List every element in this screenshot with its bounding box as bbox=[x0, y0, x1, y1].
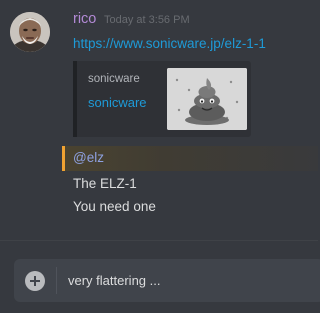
message-text-line: You need one bbox=[73, 199, 156, 214]
avatar-image bbox=[10, 12, 50, 52]
message-timestamp: Today at 3:56 PM bbox=[104, 14, 190, 26]
link-embed: sonicware sonicware bbox=[73, 61, 251, 137]
attach-button[interactable] bbox=[25, 271, 45, 291]
embed-title-link[interactable]: sonicware bbox=[88, 95, 147, 110]
chat-divider bbox=[0, 240, 318, 241]
message-link[interactable]: https://www.sonicware.jp/elz-1-1 bbox=[73, 36, 266, 51]
message-text-line: The ELZ-1 bbox=[73, 176, 137, 191]
message-group: rico Today at 3:56 PM https://www.sonicw… bbox=[0, 0, 318, 140]
username[interactable]: rico bbox=[73, 11, 96, 27]
user-mention[interactable]: @elz bbox=[73, 150, 104, 165]
user-avatar[interactable] bbox=[10, 12, 50, 52]
message-input[interactable] bbox=[68, 267, 318, 294]
mention-message: @elz The ELZ-1 You need one bbox=[62, 144, 318, 222]
plus-icon bbox=[30, 276, 40, 286]
embed-provider: sonicware bbox=[88, 73, 140, 85]
poop-emoji-icon bbox=[167, 68, 247, 130]
embed-thumbnail[interactable] bbox=[167, 68, 247, 130]
composer-separator bbox=[56, 267, 57, 294]
mention-highlight-stripe bbox=[62, 146, 65, 171]
message-composer bbox=[14, 259, 320, 302]
